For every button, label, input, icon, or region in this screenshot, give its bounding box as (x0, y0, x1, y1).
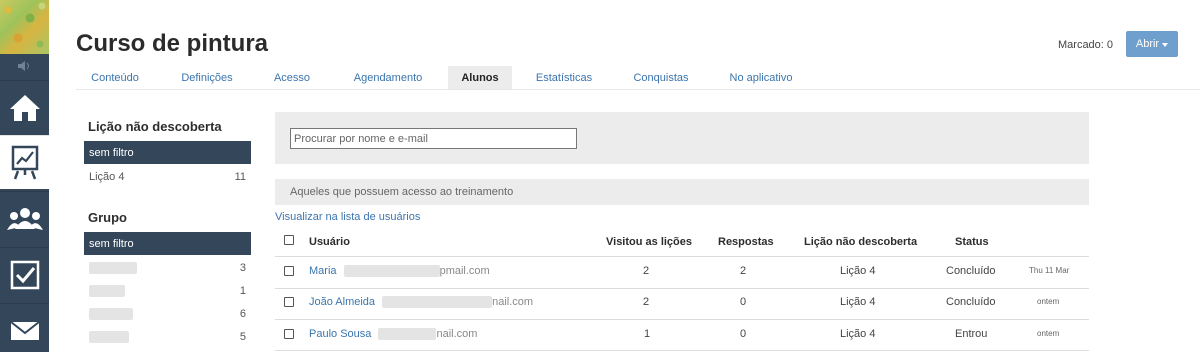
view-in-user-list-link[interactable]: Visualizar na lista de usuários (275, 211, 420, 223)
tab-conquistas[interactable]: Conquistas (622, 66, 700, 89)
undiscovered-lesson: Lição 4 (840, 296, 876, 308)
search-input[interactable] (290, 128, 577, 149)
search-panel (275, 112, 1089, 164)
tabs-divider (76, 89, 1200, 90)
group-option-count: 5 (239, 330, 246, 343)
status-text: Concluído (946, 265, 996, 277)
undiscovered-lesson: Lição 4 (840, 265, 876, 277)
redacted-group-name (89, 307, 133, 320)
status-text: Entrou (955, 328, 988, 340)
lesson-option-count: 11 (234, 170, 246, 183)
select-all-checkbox[interactable] (284, 235, 294, 245)
tab-conteudo[interactable]: Conteúdo (76, 66, 154, 89)
chart-easel-icon[interactable] (0, 135, 49, 189)
column-licao[interactable]: Lição não descoberta (804, 236, 917, 248)
group-option-count: 1 (239, 284, 246, 297)
status-text: Concluído (946, 296, 996, 308)
access-bar: Aqueles que possuem acesso ao treinament… (275, 179, 1089, 205)
tab-alunos[interactable]: Alunos (448, 66, 512, 89)
lesson-filter-option[interactable]: Lição 4 11 (84, 165, 251, 188)
last-activity-date: ontem (1037, 329, 1060, 338)
column-respostas[interactable]: Respostas (718, 236, 774, 248)
tab-acesso[interactable]: Acesso (262, 66, 322, 89)
redacted-email (378, 328, 437, 341)
page-title: Curso de pintura (76, 30, 269, 57)
group-option-count: 6 (239, 307, 246, 320)
tab-agendamento[interactable]: Agendamento (344, 66, 432, 89)
last-activity-date: ontem (1037, 297, 1060, 306)
redacted-email (382, 296, 493, 309)
undiscovered-lesson: Lição 4 (840, 328, 876, 340)
row-divider (275, 319, 1089, 320)
open-button-label: Abrir (1135, 38, 1160, 50)
tab-definicoes[interactable]: Definições (168, 66, 246, 89)
user-name-link[interactable]: João Almeida (309, 296, 375, 308)
group-filter-none[interactable]: sem filtro (84, 232, 251, 255)
school-logo[interactable] (0, 0, 49, 54)
row-divider (275, 350, 1089, 351)
visited-count: 2 (643, 296, 650, 308)
answers-count: 0 (740, 328, 747, 340)
visited-count: 1 (644, 328, 651, 340)
group-filter-option[interactable]: 6 (84, 302, 251, 325)
row-checkbox[interactable] (284, 297, 294, 307)
row-divider (275, 288, 1089, 289)
lesson-option-label: Lição 4 (89, 170, 125, 183)
column-usuario[interactable]: Usuário (309, 236, 350, 248)
table-divider (275, 256, 1089, 257)
marked-count: Marcado: 0 (1058, 39, 1114, 51)
checkbox-icon[interactable] (0, 247, 49, 301)
user-name-link[interactable]: Maria (309, 265, 337, 277)
lesson-filter-none[interactable]: sem filtro (84, 141, 251, 164)
tab-no-aplicativo[interactable]: No aplicativo (722, 66, 800, 89)
user-cell: João Almeida nail.com (309, 296, 534, 309)
users-icon[interactable] (0, 191, 49, 245)
redacted-group-name (89, 330, 129, 343)
group-filter-option[interactable]: 3 (84, 256, 251, 279)
group-option-count: 3 (239, 261, 246, 274)
column-status[interactable]: Status (955, 236, 989, 248)
last-activity-date: Thu 11 Mar (1029, 266, 1070, 275)
column-visitou[interactable]: Visitou as lições (606, 236, 692, 248)
tab-bar: Conteúdo Definições Acesso Agendamento A… (76, 66, 1200, 89)
lesson-filter-title: Lição não descoberta (88, 119, 222, 134)
user-name-link[interactable]: Paulo Sousa (309, 328, 371, 340)
user-cell: Maria pmail.com (309, 265, 490, 278)
redacted-email (343, 265, 440, 278)
redacted-group-name (89, 261, 137, 274)
side-nav (0, 0, 49, 352)
row-checkbox[interactable] (284, 266, 294, 276)
audio-icon[interactable] (0, 54, 49, 78)
user-email: nail.com (436, 328, 478, 340)
user-cell: Paulo Sousa nail.com (309, 328, 478, 341)
redacted-group-name (89, 284, 125, 297)
row-checkbox[interactable] (284, 329, 294, 339)
user-email: pmail.com (439, 265, 490, 277)
open-button[interactable]: Abrir (1126, 31, 1178, 57)
group-filter-option[interactable]: 5 (84, 325, 251, 348)
visited-count: 2 (643, 265, 650, 277)
group-filter-title: Grupo (88, 210, 127, 225)
home-icon[interactable] (0, 80, 49, 134)
tab-estatisticas[interactable]: Estatísticas (528, 66, 600, 89)
caret-down-icon (1162, 42, 1169, 47)
group-filter-option[interactable]: 1 (84, 279, 251, 302)
user-email: nail.com (492, 296, 534, 308)
envelope-icon[interactable] (0, 303, 49, 352)
answers-count: 0 (740, 296, 747, 308)
answers-count: 2 (740, 265, 747, 277)
